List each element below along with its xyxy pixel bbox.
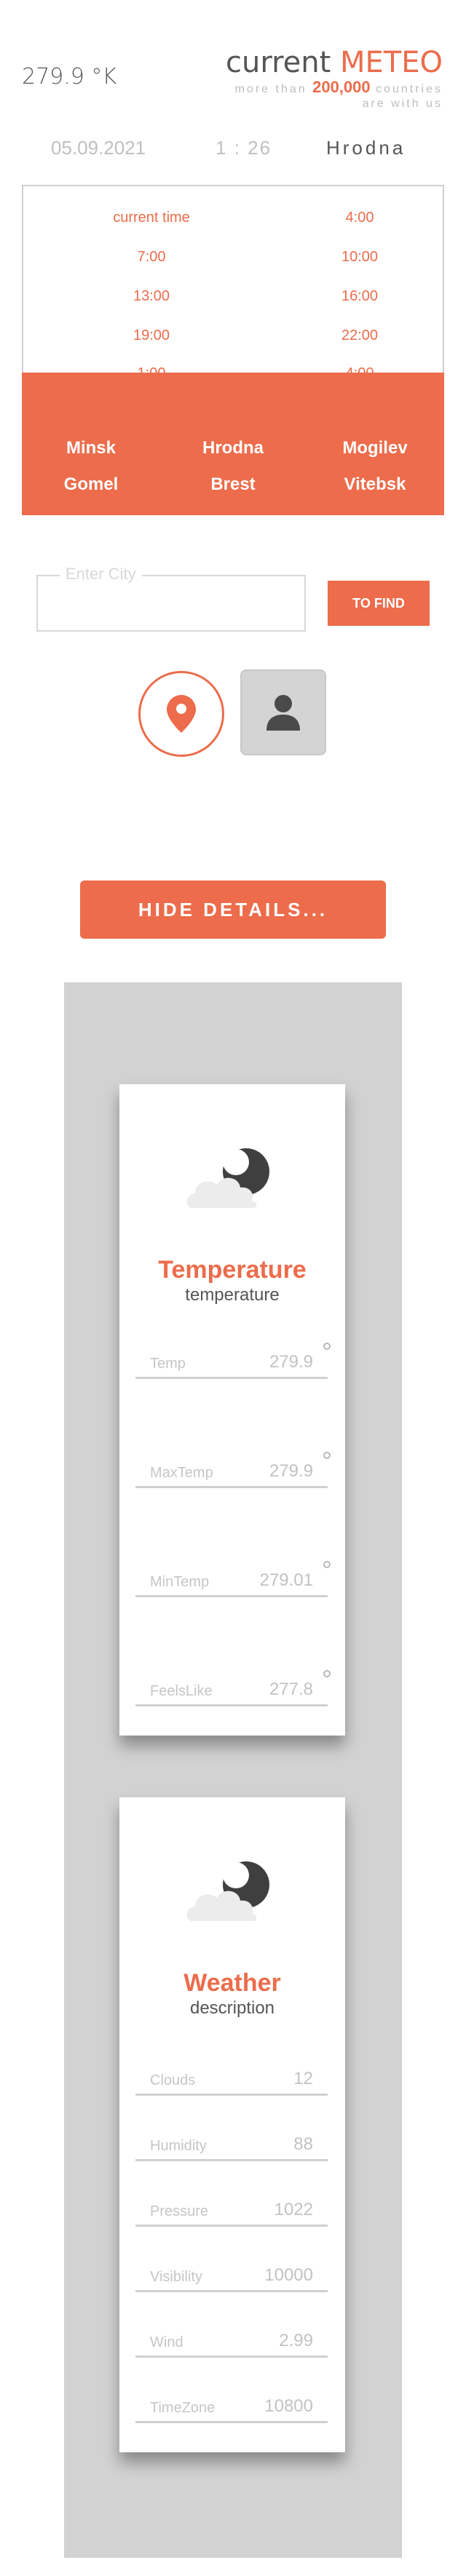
- time-cell[interactable]: 19:00: [79, 327, 224, 344]
- field-value: 2.99: [279, 2331, 313, 2350]
- brand-word: current: [226, 46, 331, 79]
- field-value: 279.9: [269, 1461, 313, 1481]
- city-selector: Minsk Hrodna Mogilev Gomel Brest Vitebsk: [22, 373, 444, 515]
- user-icon: [266, 695, 300, 731]
- geolocation-button[interactable]: [138, 671, 224, 757]
- min-temp-field: MinTemp 279.01: [135, 1561, 331, 1597]
- field-label: MinTemp: [150, 1574, 210, 1590]
- temp-field: Temp 279.9: [135, 1343, 331, 1379]
- field-label: Pressure: [150, 2203, 209, 2219]
- brand-accent: METEO: [340, 46, 443, 79]
- brand-sub-suffix-1: countries: [376, 83, 443, 95]
- card-title: Weather: [183, 1969, 281, 1997]
- field-label: Temp: [150, 1356, 186, 1372]
- humidity-field: Humidity 88: [135, 2132, 328, 2161]
- city-hrodna[interactable]: Hrodna: [175, 438, 291, 458]
- field-value: 88: [293, 2134, 313, 2154]
- visibility-field: Visibility 10000: [135, 2263, 328, 2292]
- city-brest[interactable]: Brest: [175, 474, 291, 495]
- cloud-moon-icon: [186, 1861, 269, 1921]
- degree-icon: [323, 1670, 331, 1677]
- brand-subtitle: more than 200,000 countries are with us: [226, 78, 443, 111]
- time-cell[interactable]: 7:00: [79, 249, 224, 266]
- field-label: FeelsLike: [150, 1683, 213, 1699]
- max-temp-field: MaxTemp 279.9: [135, 1452, 331, 1488]
- clouds-field: Clouds 12: [135, 2067, 328, 2096]
- card-title: Temperature: [158, 1256, 307, 1284]
- brand: current METEO more than 200,000 countrie…: [226, 48, 443, 111]
- city-gomel[interactable]: Gomel: [33, 474, 149, 495]
- hide-details-button[interactable]: HIDE DETAILS...: [80, 880, 386, 939]
- current-city: Hrodna: [326, 137, 406, 159]
- degree-icon: [323, 1343, 331, 1350]
- city-search-field: Enter City: [36, 565, 306, 632]
- field-value: 279.9: [269, 1352, 313, 1372]
- user-button[interactable]: [240, 669, 326, 755]
- city-mogilev[interactable]: Mogilev: [317, 438, 433, 458]
- field-value: 10000: [264, 2265, 313, 2285]
- card-subtitle: description: [189, 1998, 275, 2018]
- info-row: 05.09.2021 1 : 26 Hrodna: [0, 137, 466, 166]
- city-minsk[interactable]: Minsk: [33, 438, 149, 458]
- brand-sub-number: 200,000: [312, 78, 371, 96]
- field-value: 277.8: [269, 1679, 313, 1699]
- find-button[interactable]: TO FIND: [328, 581, 430, 626]
- time-cell[interactable]: 13:00: [79, 288, 224, 305]
- city-vitebsk[interactable]: Vitebsk: [317, 474, 433, 495]
- time-cell[interactable]: 16:00: [287, 288, 433, 305]
- degree-icon: [323, 1452, 331, 1459]
- field-value: 12: [293, 2069, 313, 2088]
- brand-sub-suffix-2: are with us: [362, 98, 443, 110]
- forecast-times-box: current time 4:00 7:00 10:00 13:00 16:00…: [22, 185, 444, 381]
- time-cell[interactable]: current time: [79, 210, 224, 226]
- feels-like-field: FeelsLike 277.8: [135, 1670, 331, 1706]
- field-value: 1022: [274, 2200, 313, 2219]
- field-value: 279.01: [259, 1570, 313, 1590]
- current-time: 1 : 26: [216, 137, 272, 159]
- field-value: 10800: [264, 2396, 313, 2416]
- field-label: Visibility: [150, 2269, 202, 2285]
- wind-field: Wind 2.99: [135, 2329, 328, 2358]
- card-subtitle: temperature: [185, 1285, 280, 1305]
- brand-title: current METEO: [226, 48, 443, 77]
- pressure-field: Pressure 1022: [135, 2198, 328, 2227]
- field-label: MaxTemp: [150, 1465, 213, 1481]
- current-date: 05.09.2021: [51, 137, 146, 159]
- field-label: Clouds: [150, 2072, 196, 2088]
- field-label: Wind: [150, 2334, 183, 2350]
- current-temperature: 279.9 °K: [22, 64, 117, 90]
- weather-card: Weather description Clouds 12 Humidity 8…: [119, 1797, 345, 2452]
- time-cell[interactable]: 22:00: [287, 327, 433, 344]
- city-search-input[interactable]: [38, 576, 304, 630]
- timezone-field: TimeZone 10800: [135, 2394, 328, 2423]
- field-label: Humidity: [150, 2138, 207, 2154]
- time-cell[interactable]: 4:00: [287, 210, 433, 226]
- brand-sub-prefix: more than: [234, 83, 307, 95]
- location-pin-icon: [167, 695, 196, 733]
- temperature-card: Temperature temperature Temp 279.9 MaxTe…: [119, 1084, 345, 1736]
- degree-icon: [323, 1561, 331, 1568]
- field-label: TimeZone: [150, 2400, 216, 2416]
- cloud-moon-icon: [186, 1148, 269, 1208]
- time-cell[interactable]: 10:00: [287, 249, 433, 266]
